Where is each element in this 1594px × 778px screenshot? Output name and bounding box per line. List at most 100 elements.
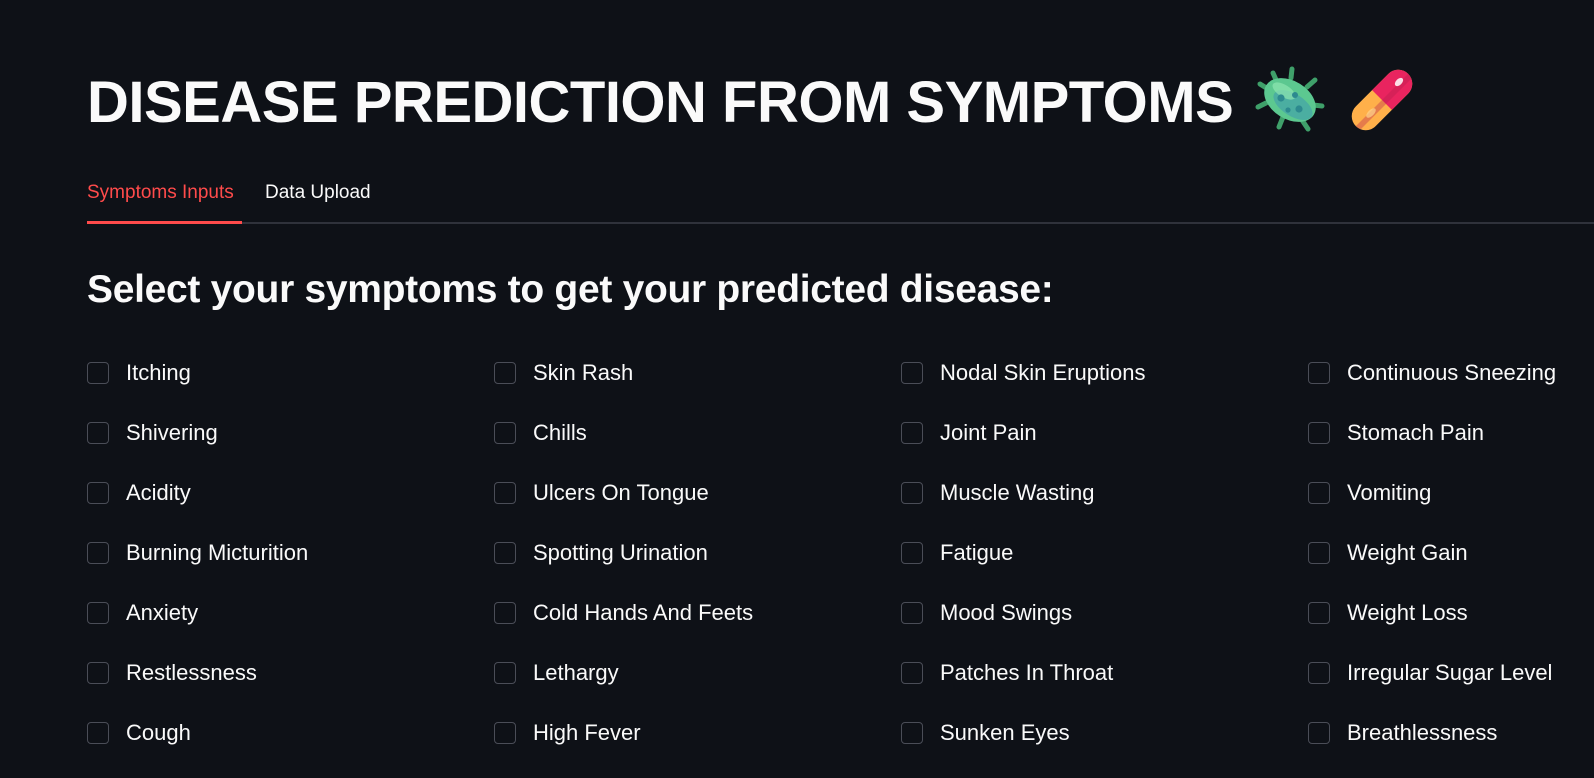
checkbox-label: Breathlessness <box>1347 720 1498 745</box>
checkbox-box[interactable] <box>901 482 923 504</box>
checkbox-label: Anxiety <box>126 600 199 625</box>
checkbox-box[interactable] <box>494 542 516 564</box>
checkbox-label: Restlessness <box>126 660 257 685</box>
symptom-checkbox[interactable]: Shivering <box>87 413 218 453</box>
checkbox-box[interactable] <box>1308 662 1330 684</box>
checkbox-label: Stomach Pain <box>1347 420 1484 445</box>
symptom-checkbox[interactable]: Muscle Wasting <box>901 473 1094 513</box>
symptom-row: Restlessness Lethargy Patches In Throat … <box>87 653 1594 713</box>
checkbox-label: High Fever <box>533 720 641 745</box>
checkbox-label: Cough <box>126 720 191 745</box>
symptom-checkbox[interactable]: Mood Swings <box>901 593 1072 633</box>
symptom-row: Burning Micturition Spotting Urination F… <box>87 533 1594 593</box>
checkbox-label: Patches In Throat <box>940 660 1114 685</box>
symptom-checkbox[interactable]: Fatigue <box>901 533 1013 573</box>
checkbox-label: Vomiting <box>1347 480 1432 505</box>
checkbox-label: Sunken Eyes <box>940 720 1070 745</box>
checkbox-box[interactable] <box>494 602 516 624</box>
checkbox-label: Itching <box>126 360 191 385</box>
checkbox-box[interactable] <box>87 482 109 504</box>
symptom-checkbox[interactable]: Joint Pain <box>901 413 1037 453</box>
symptom-checkbox[interactable]: Irregular Sugar Level <box>1308 653 1552 693</box>
symptom-checkbox[interactable]: Patches In Throat <box>901 653 1113 693</box>
checkbox-label: Lethargy <box>533 660 619 685</box>
symptom-checkbox-grid: Itching Skin Rash Nodal Skin Eruptions C… <box>87 353 1594 773</box>
checkbox-label: Irregular Sugar Level <box>1347 660 1553 685</box>
symptom-row: Itching Skin Rash Nodal Skin Eruptions C… <box>87 353 1594 413</box>
checkbox-label: Cold Hands And Feets <box>533 600 754 625</box>
checkbox-box[interactable] <box>901 602 923 624</box>
checkbox-box[interactable] <box>494 362 516 384</box>
symptom-row: Anxiety Cold Hands And Feets Mood Swings… <box>87 593 1594 653</box>
checkbox-label: Fatigue <box>940 540 1014 565</box>
checkbox-label: Joint Pain <box>940 420 1037 445</box>
symptom-checkbox[interactable]: Burning Micturition <box>87 533 308 573</box>
checkbox-box[interactable] <box>87 602 109 624</box>
title-row: DISEASE PREDICTION FROM SYMPTOMS <box>87 62 1419 142</box>
symptom-checkbox[interactable]: Stomach Pain <box>1308 413 1484 453</box>
symptom-checkbox[interactable]: Restlessness <box>87 653 257 693</box>
symptom-checkbox[interactable]: Cough <box>87 713 191 753</box>
symptom-checkbox[interactable]: Skin Rash <box>494 353 633 393</box>
symptom-checkbox[interactable]: Weight Gain <box>1308 533 1468 573</box>
symptom-checkbox[interactable]: Cold Hands And Feets <box>494 593 753 633</box>
checkbox-box[interactable] <box>87 542 109 564</box>
checkbox-box[interactable] <box>494 482 516 504</box>
symptom-checkbox[interactable]: Breathlessness <box>1308 713 1497 753</box>
checkbox-box[interactable] <box>87 362 109 384</box>
section-subheading: Select your symptoms to get your predict… <box>87 268 1054 311</box>
checkbox-label: Acidity <box>126 480 191 505</box>
symptom-checkbox[interactable]: Ulcers On Tongue <box>494 473 709 513</box>
checkbox-label: Muscle Wasting <box>940 480 1095 505</box>
symptom-checkbox[interactable]: Continuous Sneezing <box>1308 353 1556 393</box>
checkbox-label: Weight Gain <box>1347 540 1468 565</box>
symptom-row: Shivering Chills Joint Pain Stomach Pain <box>87 413 1594 473</box>
checkbox-label: Weight Loss <box>1347 600 1468 625</box>
symptom-checkbox[interactable]: Nodal Skin Eruptions <box>901 353 1145 393</box>
checkbox-label: Mood Swings <box>940 600 1073 625</box>
symptom-checkbox[interactable]: Acidity <box>87 473 191 513</box>
pill-icon <box>1347 64 1419 140</box>
symptom-checkbox[interactable]: Weight Loss <box>1308 593 1468 633</box>
checkbox-box[interactable] <box>901 662 923 684</box>
checkbox-box[interactable] <box>87 662 109 684</box>
checkbox-box[interactable] <box>1308 602 1330 624</box>
checkbox-box[interactable] <box>87 422 109 444</box>
app-main: DISEASE PREDICTION FROM SYMPTOMS Symptom… <box>87 0 1594 778</box>
checkbox-box[interactable] <box>901 362 923 384</box>
checkbox-box[interactable] <box>1308 542 1330 564</box>
page-title: DISEASE PREDICTION FROM SYMPTOMS <box>87 69 1234 135</box>
symptom-row: Acidity Ulcers On Tongue Muscle Wasting … <box>87 473 1594 533</box>
checkbox-label: Shivering <box>126 420 218 445</box>
symptom-checkbox[interactable]: High Fever <box>494 713 641 753</box>
microbe-icon <box>1255 65 1325 140</box>
symptom-row: Cough High Fever Sunken Eyes Breathlessn… <box>87 713 1594 773</box>
symptom-checkbox[interactable]: Spotting Urination <box>494 533 708 573</box>
checkbox-label: Burning Micturition <box>126 540 309 565</box>
tab-symptoms-inputs[interactable]: Symptoms Inputs <box>87 182 242 224</box>
checkbox-box[interactable] <box>901 722 923 744</box>
checkbox-box[interactable] <box>1308 362 1330 384</box>
symptom-checkbox[interactable]: Itching <box>87 353 191 393</box>
checkbox-box[interactable] <box>494 422 516 444</box>
checkbox-box[interactable] <box>901 542 923 564</box>
symptom-checkbox[interactable]: Sunken Eyes <box>901 713 1070 753</box>
checkbox-box[interactable] <box>494 662 516 684</box>
checkbox-label: Ulcers On Tongue <box>533 480 709 505</box>
symptom-checkbox[interactable]: Anxiety <box>87 593 198 633</box>
checkbox-box[interactable] <box>901 422 923 444</box>
checkbox-label: Chills <box>533 420 587 445</box>
checkbox-label: Continuous Sneezing <box>1347 360 1557 385</box>
symptom-checkbox[interactable]: Vomiting <box>1308 473 1431 513</box>
checkbox-box[interactable] <box>1308 422 1330 444</box>
checkbox-box[interactable] <box>494 722 516 744</box>
checkbox-box[interactable] <box>1308 482 1330 504</box>
tab-bar: Symptoms Inputs Data Upload <box>87 172 1594 226</box>
checkbox-label: Skin Rash <box>533 360 634 385</box>
symptom-checkbox[interactable]: Lethargy <box>494 653 619 693</box>
symptom-checkbox[interactable]: Chills <box>494 413 587 453</box>
checkbox-box[interactable] <box>87 722 109 744</box>
tab-data-upload[interactable]: Data Upload <box>265 182 371 224</box>
checkbox-box[interactable] <box>1308 722 1330 744</box>
checkbox-label: Spotting Urination <box>533 540 708 565</box>
